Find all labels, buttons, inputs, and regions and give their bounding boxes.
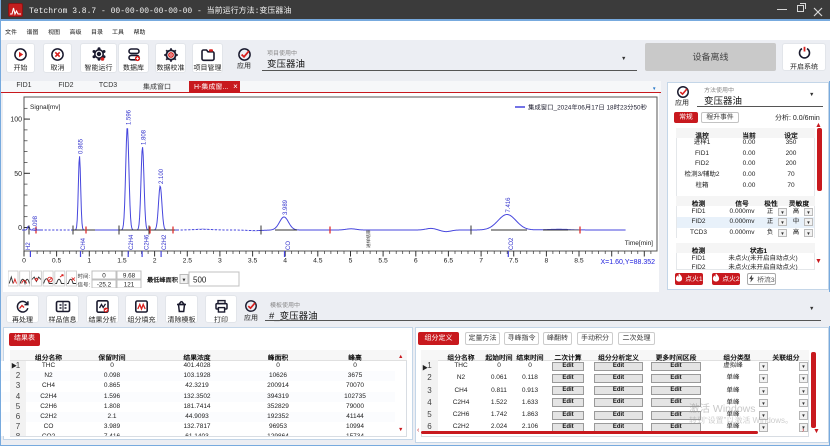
svg-text:进样结束: 进样结束 bbox=[366, 229, 371, 248]
svg-text:Time[min]: Time[min] bbox=[625, 240, 653, 247]
svg-text:0: 0 bbox=[18, 225, 22, 232]
svg-text:Signal[mv]: Signal[mv] bbox=[30, 104, 61, 111]
svg-text:CO2: CO2 bbox=[509, 237, 515, 250]
svg-text:3: 3 bbox=[218, 258, 222, 265]
svg-text:100: 100 bbox=[10, 117, 22, 124]
svg-text:-25.2: -25.2 bbox=[97, 282, 112, 289]
svg-text:H2: H2 bbox=[26, 242, 32, 250]
svg-text:时间:: 时间: bbox=[78, 273, 91, 280]
svg-text:2.5: 2.5 bbox=[183, 258, 193, 265]
svg-text:6: 6 bbox=[414, 258, 418, 265]
svg-text:121: 121 bbox=[124, 282, 135, 289]
svg-text:5: 5 bbox=[349, 258, 353, 265]
svg-text:500: 500 bbox=[193, 276, 207, 285]
svg-text:5.5: 5.5 bbox=[378, 258, 388, 265]
svg-text:6.5: 6.5 bbox=[444, 258, 454, 265]
svg-text:4: 4 bbox=[283, 258, 287, 265]
svg-text:8: 8 bbox=[545, 258, 549, 265]
svg-text:7: 7 bbox=[479, 258, 483, 265]
svg-text:CH4: CH4 bbox=[81, 237, 87, 250]
svg-text:信号:: 信号: bbox=[78, 282, 91, 289]
svg-text:X=1.60,Y=88.352: X=1.60,Y=88.352 bbox=[601, 259, 656, 266]
svg-text:0.5: 0.5 bbox=[52, 258, 62, 265]
svg-text:0.098: 0.098 bbox=[33, 215, 39, 231]
svg-text:3.989: 3.989 bbox=[283, 199, 289, 215]
svg-text:0: 0 bbox=[102, 273, 106, 280]
svg-text:最低峰面积: 最低峰面积 bbox=[147, 276, 179, 284]
svg-text:1.5: 1.5 bbox=[117, 258, 127, 265]
svg-text:C2H6: C2H6 bbox=[145, 234, 151, 250]
svg-text:7.5: 7.5 bbox=[509, 258, 519, 265]
svg-text:8.5: 8.5 bbox=[574, 258, 584, 265]
svg-text:2: 2 bbox=[153, 258, 157, 265]
svg-text:CO: CO bbox=[286, 241, 292, 250]
svg-text:9.68: 9.68 bbox=[123, 273, 136, 280]
svg-text:1: 1 bbox=[87, 258, 91, 265]
svg-text:0: 0 bbox=[22, 258, 26, 265]
svg-text:7.416: 7.416 bbox=[506, 197, 512, 213]
svg-text:C2H4: C2H4 bbox=[129, 234, 135, 250]
svg-text:C2H2: C2H2 bbox=[162, 234, 168, 250]
svg-text:集成窗口_2024年06月17日 18时23分50秒: 集成窗口_2024年06月17日 18时23分50秒 bbox=[528, 104, 648, 112]
svg-text:▼: ▼ bbox=[182, 278, 187, 284]
svg-text:4.5: 4.5 bbox=[313, 258, 323, 265]
svg-text:1.596: 1.596 bbox=[126, 109, 132, 125]
svg-text:3.5: 3.5 bbox=[248, 258, 258, 265]
